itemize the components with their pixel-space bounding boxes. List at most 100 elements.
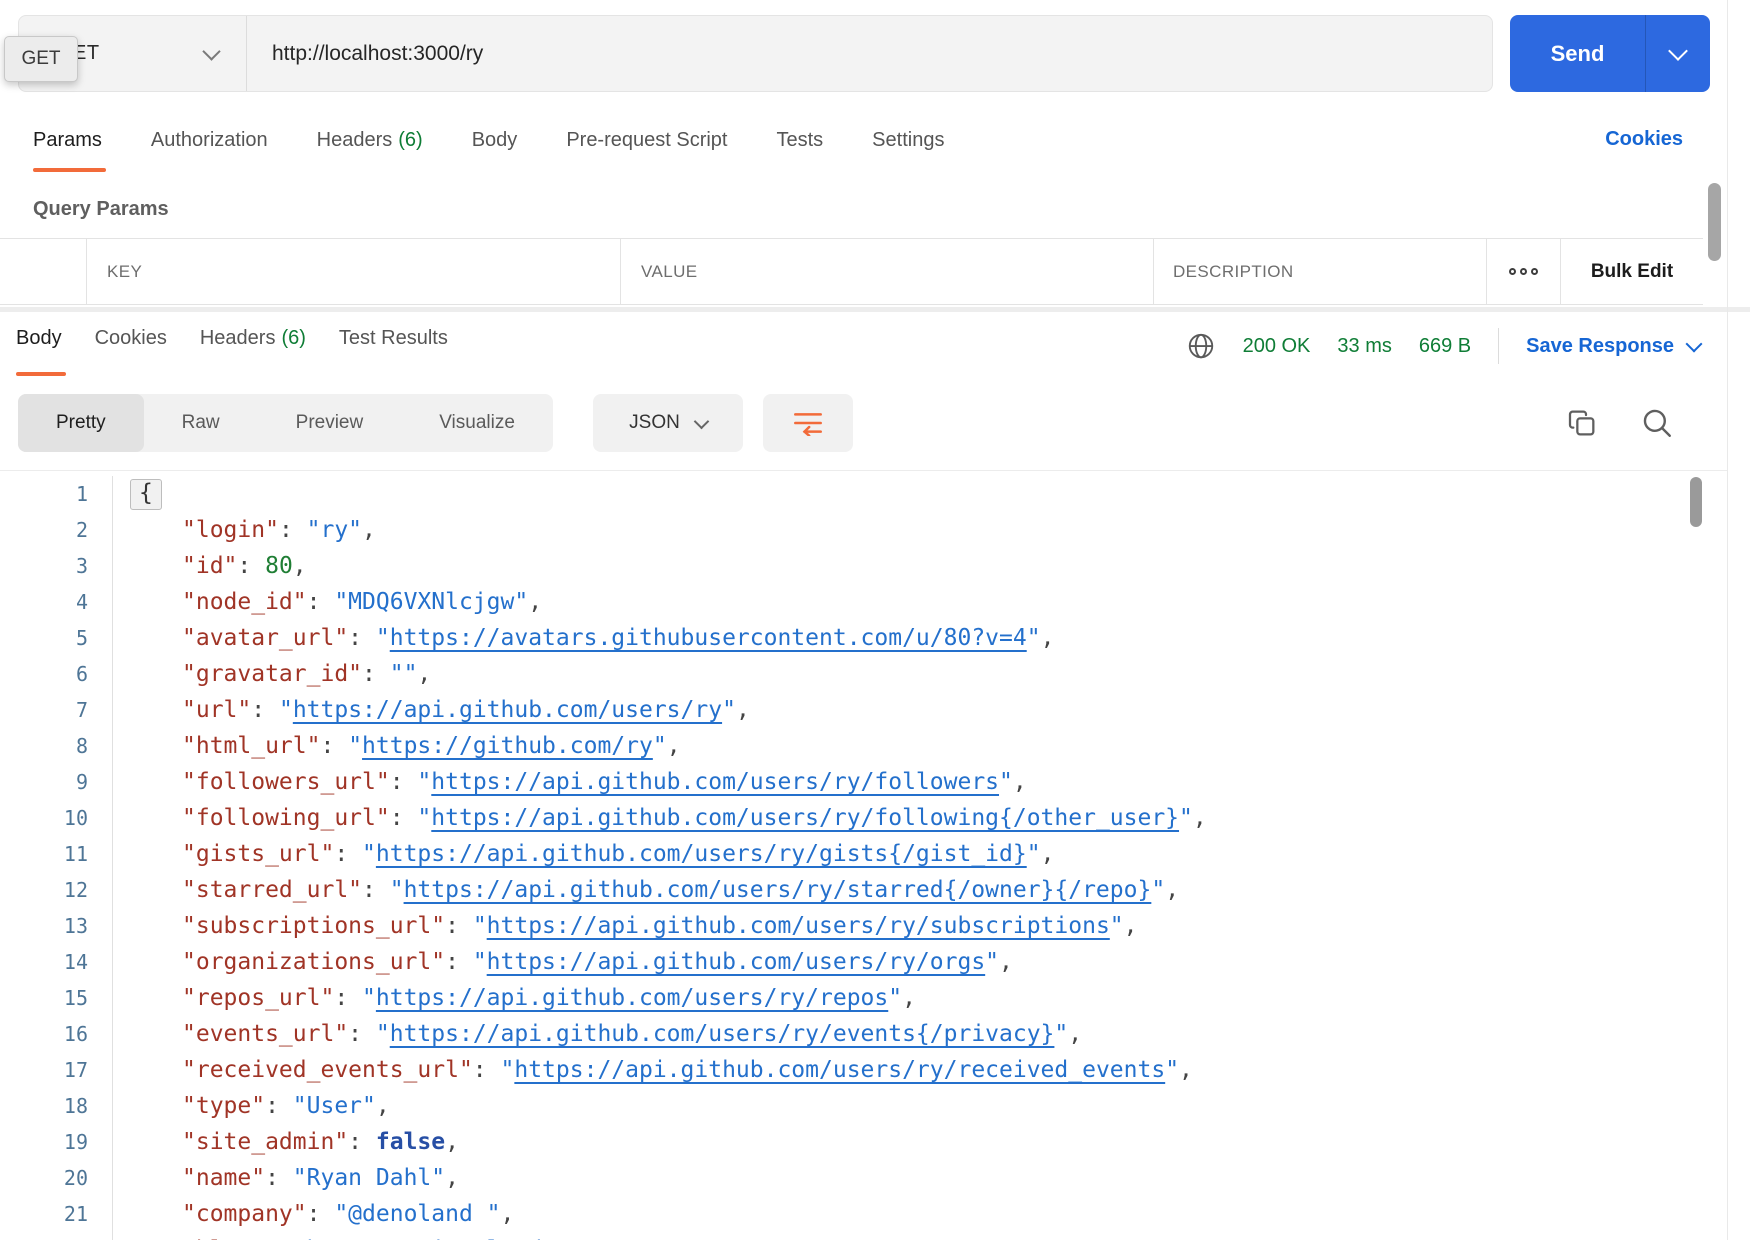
request-url-bar: GET http://localhost:3000/ry xyxy=(18,15,1493,92)
globe-icon xyxy=(1186,331,1216,361)
send-options-button[interactable] xyxy=(1646,15,1710,92)
request-tab-params[interactable]: Params xyxy=(33,124,102,174)
more-options-icon[interactable] xyxy=(1486,239,1560,304)
bulk-edit-button[interactable]: Bulk Edit xyxy=(1560,239,1703,304)
main-scrollbar-thumb[interactable] xyxy=(1708,183,1721,261)
search-icon xyxy=(1640,406,1674,440)
request-tab-settings[interactable]: Settings xyxy=(872,124,944,174)
json-key: "starred_url" xyxy=(182,877,362,903)
json-link-value[interactable]: https://api.github.com/users/ry/repos xyxy=(376,985,888,1011)
fold-gutter xyxy=(88,512,113,548)
response-tab-test-results[interactable]: Test Results xyxy=(339,322,448,378)
json-link-value[interactable]: https://api.github.com/users/ry/followin… xyxy=(431,805,1179,831)
json-link-value[interactable]: https://api.github.com/users/ry/received… xyxy=(514,1057,1165,1083)
json-link-value[interactable]: https://github.com/ry xyxy=(362,733,653,759)
json-link-value[interactable]: https://api.github.com/users/ry/events{/… xyxy=(390,1021,1055,1047)
json-quote: " xyxy=(1054,1021,1068,1047)
column-header-description: DESCRIPTION xyxy=(1173,262,1294,282)
code-line: 4"node_id": "MDQ6VXNlcjgw", xyxy=(0,584,1683,620)
json-quote: " xyxy=(473,949,487,975)
json-punctuation: : xyxy=(320,733,348,759)
response-tab-body[interactable]: Body xyxy=(16,322,62,378)
status-badge: 200 OK xyxy=(1243,335,1311,358)
json-link-value[interactable]: https://api.github.com/users/ry/subscrip… xyxy=(487,913,1110,939)
method-tooltip-label: GET xyxy=(21,48,60,70)
response-tabs: Body Cookies Headers(6) Test Results xyxy=(16,322,448,378)
line-number: 13 xyxy=(0,914,88,938)
code-line: 14"organizations_url": "https://api.gith… xyxy=(0,944,1683,980)
request-tab-body[interactable]: Body xyxy=(472,124,518,174)
code-line: 5"avatar_url": "https://avatars.githubus… xyxy=(0,620,1683,656)
tab-count-badge: (6) xyxy=(281,327,305,349)
params-select-all-cell[interactable] xyxy=(0,239,86,304)
json-string-value: "Ryan Dahl" xyxy=(293,1165,445,1191)
rest-client-window: GET http://localhost:3000/ry GET Send Pa… xyxy=(0,0,1750,1240)
json-link-value[interactable]: https://api.github.com/users/ry/orgs xyxy=(487,949,986,975)
wrap-lines-button[interactable] xyxy=(763,394,853,452)
chevron-down-icon xyxy=(202,42,220,60)
json-link-value[interactable]: https://api.github.com/users/ry/gists{/g… xyxy=(376,841,1027,867)
fold-gutter xyxy=(88,800,113,836)
line-number: 18 xyxy=(0,1094,88,1118)
json-boolean-value: false xyxy=(376,1129,445,1155)
fold-gutter xyxy=(88,728,113,764)
url-input[interactable]: http://localhost:3000/ry xyxy=(247,16,1492,91)
json-quote: " xyxy=(376,625,390,651)
dot-icon xyxy=(1509,268,1516,275)
code-line: 15"repos_url": "https://api.github.com/u… xyxy=(0,980,1683,1016)
json-punctuation: : xyxy=(265,1093,293,1119)
code-line: 2"login": "ry", xyxy=(0,512,1683,548)
view-mode-preview[interactable]: Preview xyxy=(258,394,402,452)
json-punctuation: , xyxy=(1165,877,1179,903)
send-button-label[interactable]: Send xyxy=(1510,15,1646,92)
search-response-button[interactable] xyxy=(1639,405,1675,441)
code-line: 17"received_events_url": "https://api.gi… xyxy=(0,1052,1683,1088)
response-meta: 200 OK 33 ms 669 B Save Response xyxy=(1186,328,1700,364)
response-tab-cookies[interactable]: Cookies xyxy=(95,322,167,378)
save-response-button[interactable]: Save Response xyxy=(1526,335,1700,358)
json-key: "avatar_url" xyxy=(182,625,348,651)
view-mode-visualize[interactable]: Visualize xyxy=(401,394,553,452)
request-tab-headers[interactable]: Headers(6) xyxy=(317,124,423,174)
fold-gutter xyxy=(88,620,113,656)
view-mode-raw[interactable]: Raw xyxy=(144,394,258,452)
fold-gutter xyxy=(88,836,113,872)
tab-count-badge: (6) xyxy=(398,129,422,151)
code-line: 16"events_url": "https://api.github.com/… xyxy=(0,1016,1683,1052)
code-text: { xyxy=(113,479,162,510)
json-link-value[interactable]: https://api.github.com/users/ry/starred{… xyxy=(404,877,1152,903)
cookies-link[interactable]: Cookies xyxy=(1605,128,1683,151)
request-tabs: Params Authorization Headers(6) Body Pre-req… xyxy=(33,124,944,174)
request-tab-pre-request-script[interactable]: Pre-request Script xyxy=(566,124,727,174)
json-quote: " xyxy=(1165,1057,1179,1083)
tab-label: Cookies xyxy=(95,327,167,349)
line-number: 2 xyxy=(0,518,88,542)
json-punctuation: : xyxy=(445,913,473,939)
code-text: "organizations_url": "https://api.github… xyxy=(113,949,1013,975)
bulk-edit-label: Bulk Edit xyxy=(1591,261,1673,283)
send-button[interactable]: Send xyxy=(1510,15,1710,92)
json-link-value[interactable]: https://api.github.com/users/ry/follower… xyxy=(431,769,999,795)
fold-toggle[interactable]: { xyxy=(130,479,162,510)
code-line: 21"company": "@denoland ", xyxy=(0,1196,1683,1232)
view-mode-pretty[interactable]: Pretty xyxy=(18,394,144,452)
json-punctuation: : xyxy=(390,769,418,795)
json-link-value[interactable]: https://api.github.com/users/ry xyxy=(293,697,722,723)
copy-response-button[interactable] xyxy=(1564,405,1600,441)
response-tab-headers[interactable]: Headers(6) xyxy=(200,322,306,378)
json-key: "url" xyxy=(182,697,251,723)
code-line: 13"subscriptions_url": "https://api.gith… xyxy=(0,908,1683,944)
json-link-value[interactable]: https://avatars.githubusercontent.com/u/… xyxy=(390,625,1027,651)
line-number: 4 xyxy=(0,590,88,614)
json-punctuation: : xyxy=(334,985,362,1011)
json-punctuation: , xyxy=(376,1093,390,1119)
json-punctuation: : xyxy=(307,1201,335,1227)
code-text: "site_admin": false, xyxy=(113,1129,459,1155)
format-dropdown[interactable]: JSON xyxy=(593,394,743,452)
code-text: "html_url": "https://github.com/ry", xyxy=(113,733,681,759)
request-tab-authorization[interactable]: Authorization xyxy=(151,124,268,174)
response-scrollbar-thumb[interactable] xyxy=(1690,477,1702,527)
json-punctuation: : xyxy=(362,877,390,903)
request-tab-tests[interactable]: Tests xyxy=(776,124,823,174)
chevron-down-icon xyxy=(1686,336,1703,353)
